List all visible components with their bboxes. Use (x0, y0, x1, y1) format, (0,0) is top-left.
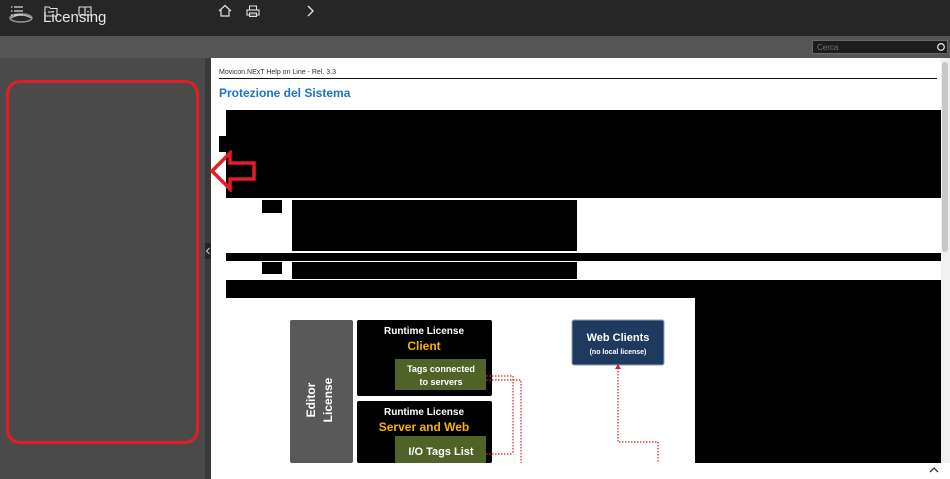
runtime-client-title: Runtime License (384, 326, 464, 337)
editor-license-line2: License (321, 377, 335, 422)
connector-line (617, 365, 659, 463)
home-icon[interactable] (217, 3, 233, 19)
web-clients-note: (no local license) (590, 349, 647, 356)
folder-icon[interactable] (43, 3, 59, 19)
search-icon[interactable] (936, 42, 946, 52)
runtime-server-title: Runtime License (384, 407, 464, 418)
menu-icon[interactable] (9, 3, 25, 19)
toolbar (0, 36, 950, 58)
print-icon[interactable] (245, 3, 261, 19)
runtime-server-subtitle: Server and Web (379, 420, 469, 434)
annotation-arrow-icon (209, 150, 256, 192)
book-icon[interactable] (77, 3, 93, 19)
search-input[interactable] (815, 41, 937, 53)
bottom-strip (211, 463, 950, 479)
editor-license-line1: Editor (304, 382, 318, 417)
annotation-highlight-box (6, 80, 199, 444)
client-tags-line1: Tags connected (407, 364, 475, 374)
license-diagram: Editor License Runtime License Client Ta… (290, 319, 665, 463)
io-tags-label: I/O Tags List (408, 446, 474, 458)
chevron-right-icon[interactable] (302, 3, 318, 19)
chevron-up-icon[interactable] (928, 465, 940, 475)
web-clients-title: Web Clients (587, 332, 650, 344)
search-box (812, 40, 948, 54)
runtime-client-subtitle: Client (407, 339, 440, 353)
help-content: Movicon.NExT Help on Line - Rel. 3.3 Pro… (211, 58, 941, 463)
scrollbar-thumb[interactable] (942, 62, 948, 252)
client-tags-line2: to servers (419, 377, 462, 387)
title-bar: Licensing (0, 0, 950, 36)
